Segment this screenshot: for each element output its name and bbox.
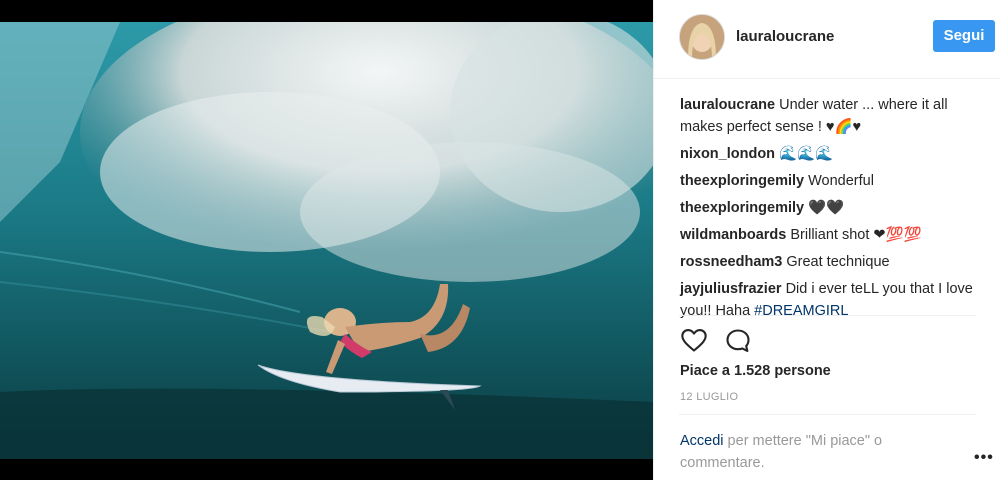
comment-username[interactable]: nixon_london <box>680 146 775 162</box>
comment-username[interactable]: theexploringemily <box>680 173 804 189</box>
comment-text: 🌊🌊🌊 <box>779 146 834 162</box>
more-options-icon: ••• <box>974 449 994 466</box>
post-header: lauraloucrane Segui <box>654 0 1000 79</box>
comment-item: rossneedham3 Great technique <box>680 251 980 273</box>
comment-username[interactable]: rossneedham3 <box>680 254 782 270</box>
comment-item: lauraloucrane Under water ... where it a… <box>680 94 980 138</box>
post-photo-frame <box>0 0 653 480</box>
divider <box>679 414 976 415</box>
post-photo[interactable] <box>0 22 653 459</box>
comment-username[interactable]: jayjuliusfrazier <box>680 281 782 297</box>
comment-text: Great technique <box>786 254 890 270</box>
post-date: 12 LUGLIO <box>680 391 739 403</box>
avatar[interactable] <box>679 14 725 60</box>
comment-item: nixon_london 🌊🌊🌊 <box>680 143 980 165</box>
comment-text: 🖤🖤 <box>808 200 845 216</box>
follow-button[interactable]: Segui <box>933 20 995 52</box>
post-sidebar: lauraloucrane Segui lauraloucrane Under … <box>653 0 1000 480</box>
header-username-link[interactable]: lauraloucrane <box>736 28 834 45</box>
comment-username[interactable]: wildmanboards <box>680 227 786 243</box>
comment-username[interactable]: lauraloucrane <box>680 97 775 113</box>
likes-count[interactable]: Piace a 1.528 persone <box>680 363 831 379</box>
divider <box>679 315 976 316</box>
login-prompt: Accedi per mettere "Mi piace" o commenta… <box>680 430 940 474</box>
comment-item: wildmanboards Brilliant shot ❤💯💯 <box>680 224 980 246</box>
comment-item: theexploringemily Wonderful <box>680 170 980 192</box>
more-options-button[interactable]: ••• <box>974 449 994 467</box>
comment-item: theexploringemily 🖤🖤 <box>680 197 980 219</box>
login-link[interactable]: Accedi <box>680 433 724 449</box>
heart-icon <box>681 329 707 352</box>
avatar-image <box>680 15 724 59</box>
post-viewer: lauraloucrane Segui lauraloucrane Under … <box>0 0 1000 480</box>
like-button[interactable] <box>680 326 708 354</box>
comments-list: lauraloucrane Under water ... where it a… <box>680 94 980 327</box>
underwater-surfer-image <box>0 22 653 459</box>
comment-text: Wonderful <box>808 173 874 189</box>
comment-username[interactable]: theexploringemily <box>680 200 804 216</box>
hashtag-link[interactable]: #DREAMGIRL <box>754 303 848 319</box>
comment-text: Brilliant shot ❤💯💯 <box>790 227 922 243</box>
comment-bubble-icon <box>726 329 750 352</box>
comment-button[interactable] <box>724 327 752 355</box>
